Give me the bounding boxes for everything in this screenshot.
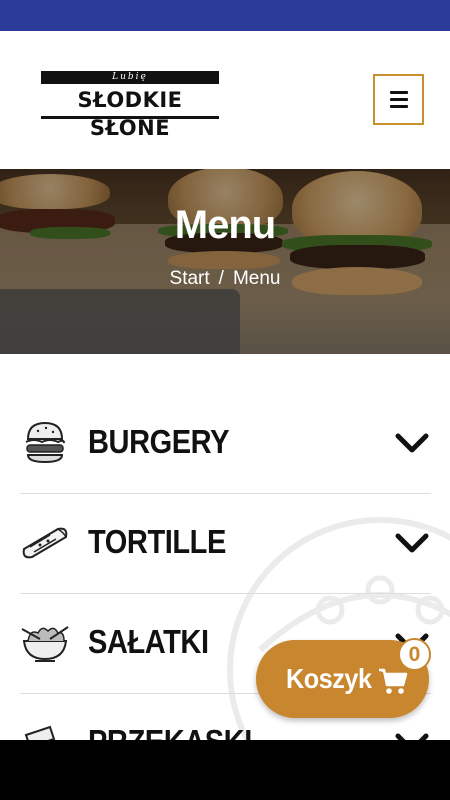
logo-name: SŁODKIE SŁONE [77, 88, 183, 140]
burger-icon [25, 421, 65, 464]
chevron-down-icon[interactable] [394, 531, 430, 555]
salad-icon [21, 626, 69, 662]
cart-label: Koszyk [286, 663, 372, 694]
menu-category-list: BURGERY TORTILLE SAŁATKI [20, 394, 431, 794]
menu-category-burgery[interactable]: BURGERY [20, 394, 431, 494]
site-header: Lubię SŁODKIE SŁONE [0, 31, 450, 169]
breadcrumb-separator: / [218, 268, 224, 289]
breadcrumb: Start / Menu [0, 266, 450, 292]
hero-banner: Menu Start / Menu [0, 169, 450, 354]
menu-toggle-button[interactable] [373, 74, 424, 125]
menu-category-tortille[interactable]: TORTILLE [20, 494, 431, 594]
menu-category-label: TORTILLE [88, 523, 226, 560]
page-title: Menu [174, 203, 276, 247]
menu-category-label: SAŁATKI [88, 623, 209, 660]
brand-logo[interactable]: Lubię SŁODKIE SŁONE [41, 71, 219, 140]
cart-count-badge: 0 [398, 638, 431, 671]
system-navigation-bar [0, 740, 450, 800]
shopping-cart-icon [379, 668, 408, 694]
chevron-down-icon[interactable] [394, 431, 430, 455]
tortilla-icon [22, 527, 68, 559]
logo-bottom-bar [41, 116, 219, 119]
logo-tagline: Lubię [112, 72, 148, 82]
breadcrumb-current: Menu [232, 268, 281, 289]
menu-category-label: BURGERY [88, 423, 230, 460]
status-bar [0, 0, 450, 31]
breadcrumb-start-link[interactable]: Start [170, 266, 210, 292]
